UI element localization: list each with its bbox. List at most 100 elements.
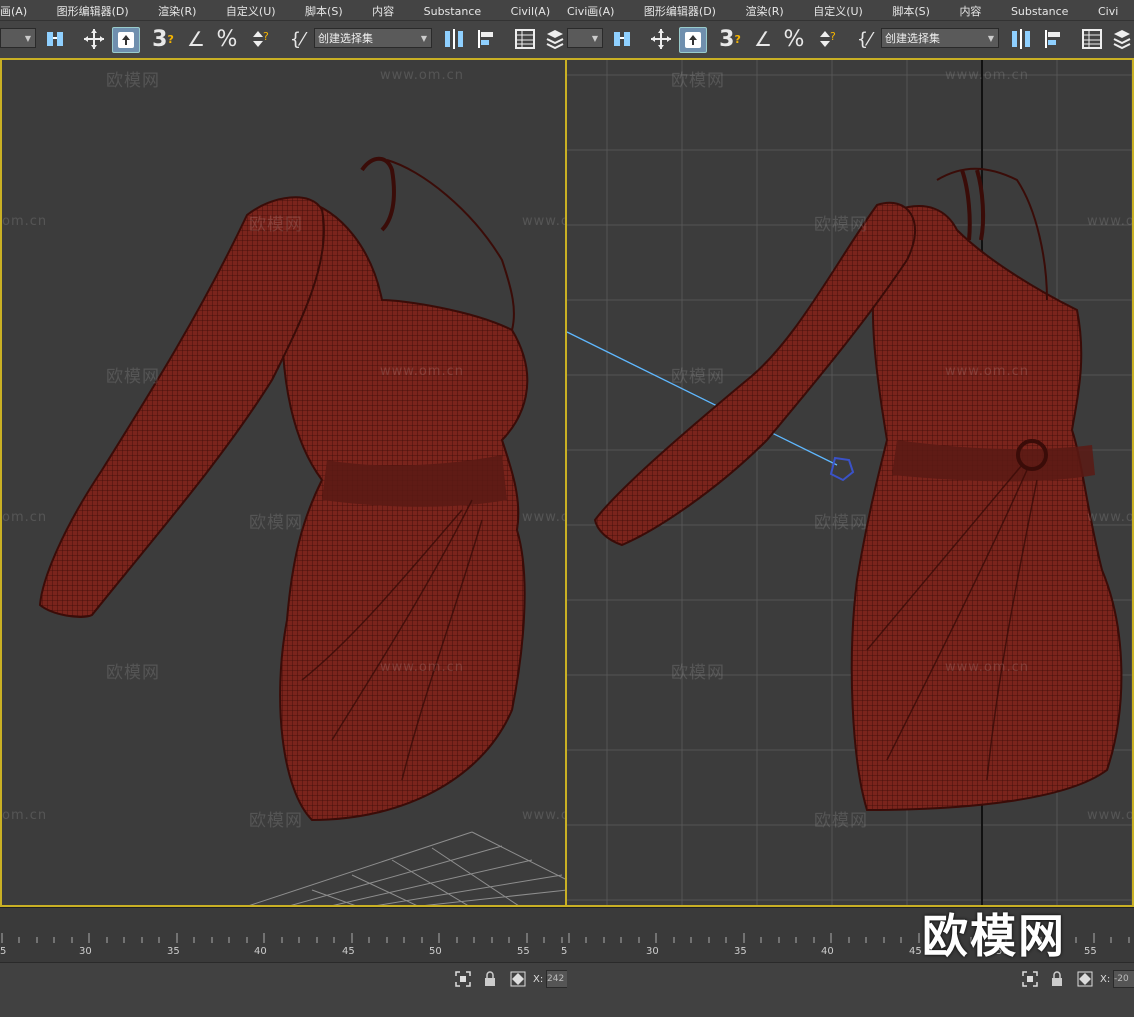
snap-question-icon: ? — [167, 32, 174, 46]
menu-item-civil[interactable]: Civi — [1098, 2, 1118, 18]
scene-explorer-button[interactable] — [1111, 27, 1133, 51]
select-move-button[interactable] — [80, 27, 108, 51]
menu-item-graph-editors[interactable]: 图形编辑器(D) — [644, 0, 716, 19]
selection-filter-dropdown[interactable]: ▼ — [567, 28, 603, 48]
time-ruler[interactable]: 5 30 35 40 45 50 55 5 — [0, 907, 567, 963]
angle-snap-button[interactable]: ∠ — [751, 27, 775, 51]
watermark-url: www.om.cn — [380, 660, 464, 675]
watermark-url: www.om.cn — [522, 214, 565, 229]
edit-named-selection-button[interactable]: {⁄ — [284, 27, 310, 51]
x-coordinate-label: X: — [1100, 974, 1111, 985]
watermark-url: www.om.cn — [380, 68, 464, 83]
menu-item-customize[interactable]: 自定义(U) — [226, 0, 276, 19]
snap-toggle-button[interactable]: 3? — [150, 27, 176, 52]
menu-item-civil[interactable]: Civil(A) — [511, 2, 550, 18]
tick-label: 35 — [734, 946, 747, 957]
watermark-text: 欧模网 — [106, 663, 160, 683]
named-selection-dropdown[interactable]: 创建选择集 ▼ — [314, 28, 432, 48]
edit-named-selection-button[interactable]: {⁄ — [851, 27, 877, 51]
watermark-text: 欧模网 — [671, 71, 725, 91]
isolate-icon[interactable] — [1022, 971, 1038, 991]
menu-item-content[interactable]: 内容 — [959, 0, 981, 19]
watermark-text: 欧模网 — [106, 367, 160, 387]
menu-item-scripting[interactable]: 脚本(S) — [305, 0, 343, 19]
snap-question-icon: ? — [734, 32, 741, 46]
perspective-viewport[interactable]: 欧模网 www.om.cn om.cn 欧模网 www.om.cn 欧模网 ww… — [0, 58, 567, 907]
ruler-ticks — [1, 933, 563, 943]
select-object-icon — [118, 32, 134, 48]
watermark-text: 欧模网 — [814, 811, 868, 831]
status-bar: X: -20 — [567, 962, 1134, 1017]
select-link-icon — [47, 32, 63, 46]
absolute-mode-icon[interactable] — [510, 971, 526, 991]
select-object-button[interactable] — [112, 27, 140, 53]
named-selection-dropdown[interactable]: 创建选择集 ▼ — [881, 28, 999, 48]
spinner-snap-icon: ? — [253, 30, 269, 47]
absolute-mode-icon[interactable] — [1077, 971, 1093, 991]
watermark-text: 欧模网 — [249, 811, 303, 831]
align-icon — [478, 30, 493, 48]
status-bar: X: 242 — [0, 962, 567, 1017]
watermark-url: www.om.cn — [522, 510, 565, 525]
lock-icon[interactable] — [483, 971, 497, 991]
watermark-url: www.om.cn — [1087, 510, 1134, 525]
isolate-icon[interactable] — [455, 971, 471, 991]
menu-item-rendering[interactable]: 渲染(R) — [745, 0, 783, 19]
x-coordinate-label: X: — [533, 974, 544, 985]
tick-label: 30 — [79, 946, 92, 957]
select-object-button[interactable] — [679, 27, 707, 53]
select-and-link-button[interactable] — [609, 27, 637, 51]
menu-item-graph-editors[interactable]: 图形编辑器(D) — [57, 0, 129, 19]
x-coordinate-field[interactable]: -20 — [1113, 970, 1134, 988]
select-move-button[interactable] — [647, 27, 675, 51]
chevron-down-icon: ▼ — [420, 34, 427, 43]
tick-label: 30 — [646, 946, 659, 957]
main-toolbar: ▼ 3? ∠ % ? {⁄ 创建选择集 ▼ — [0, 20, 567, 59]
x-coordinate-field[interactable]: 242 — [546, 970, 567, 988]
align-button[interactable] — [474, 27, 502, 51]
menu-item-content[interactable]: 内容 — [372, 0, 394, 19]
tick-label: 40 — [821, 946, 834, 957]
watermark-text: 欧模网 — [249, 513, 303, 533]
select-object-icon — [685, 32, 701, 48]
target-marker-icon — [829, 456, 855, 482]
menu-item-substance[interactable]: Substance — [424, 2, 482, 18]
left-panel: 画(A) 图形编辑器(D) 渲染(R) 自定义(U) 脚本(S) 内容 Subs… — [0, 0, 567, 1017]
menu-item-customize[interactable]: 自定义(U) — [813, 0, 863, 19]
spinner-snap-button[interactable]: ? — [813, 27, 839, 51]
front-viewport[interactable]: 欧模网 www.om.cn 欧模网 www.om.cn 欧模网 www.om.c… — [567, 58, 1134, 907]
menu-item-draw[interactable]: 画(A) — [0, 0, 27, 19]
percent-snap-button[interactable]: % — [214, 27, 240, 52]
layer-manager-button[interactable] — [512, 27, 538, 51]
watermark-url: www.om.cn — [380, 364, 464, 379]
menu-item-draw[interactable]: Civi画(A) — [567, 0, 614, 19]
menu-item-substance[interactable]: Substance — [1011, 2, 1069, 18]
snap-toggle-button[interactable]: 3? — [717, 27, 743, 52]
scene-explorer-button[interactable] — [544, 27, 566, 51]
align-button[interactable] — [1041, 27, 1069, 51]
tick-label: 35 — [167, 946, 180, 957]
watermark-text: 欧模网 — [814, 215, 868, 235]
layer-manager-button[interactable] — [1079, 27, 1105, 51]
spinner-snap-button[interactable]: ? — [246, 27, 272, 51]
watermark-text: 欧模网 — [671, 663, 725, 683]
align-icon — [1045, 30, 1060, 48]
select-and-link-button[interactable] — [42, 27, 70, 51]
menu-bar: 画(A) 图形编辑器(D) 渲染(R) 自定义(U) 脚本(S) 内容 Subs… — [0, 0, 567, 20]
mirror-button[interactable] — [440, 27, 468, 51]
watermark-url: www.om.cn — [945, 68, 1029, 83]
tick-label: 45 — [909, 946, 922, 957]
menu-item-scripting[interactable]: 脚本(S) — [892, 0, 930, 19]
table-icon — [515, 29, 535, 49]
chevron-down-icon: ▼ — [591, 34, 598, 43]
watermark-url: www.om.cn — [945, 364, 1029, 379]
watermark-text: 欧模网 — [814, 513, 868, 533]
selection-filter-dropdown[interactable]: ▼ — [0, 28, 36, 48]
mirror-button[interactable] — [1007, 27, 1035, 51]
table-icon — [1082, 29, 1102, 49]
angle-snap-button[interactable]: ∠ — [184, 27, 208, 51]
lock-icon[interactable] — [1050, 971, 1064, 991]
select-link-icon — [614, 32, 630, 46]
menu-item-rendering[interactable]: 渲染(R) — [158, 0, 196, 19]
percent-snap-button[interactable]: % — [781, 27, 807, 52]
